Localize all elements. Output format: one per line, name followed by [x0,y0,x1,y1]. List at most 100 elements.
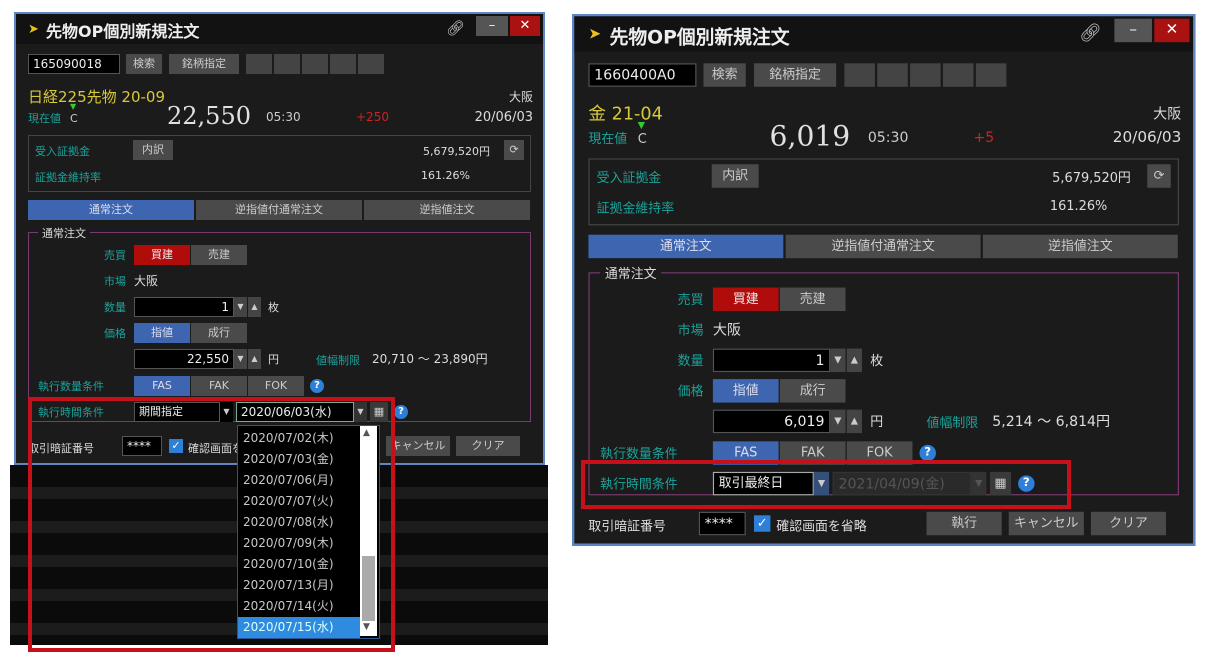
title-bar: ➤ 先物OP個別新規注文 🔗︎ – ✕ [16,14,543,44]
layout-narrow-button[interactable] [942,63,974,87]
price-down-button[interactable]: ▼ [830,409,846,434]
highlight-box [581,460,1071,509]
quantity-up-button[interactable]: ▲ [846,348,862,373]
clear-button[interactable]: クリア [456,436,520,456]
tab-normal[interactable]: 通常注文 [588,234,784,259]
app-icon: ➤ [28,22,39,37]
side-label: 売買 [104,249,126,262]
margin-panel: 受入証拠金 内訳 5,679,520円 ⟳ 証拠金維持率 161.26% [588,158,1179,226]
layout-split-v-icon [910,68,924,82]
layout-split-h-icon [274,54,286,64]
quantity-input[interactable]: 1 [712,348,831,373]
group-title: 通常注文 [38,225,90,241]
title-bar: ➤ 先物OP個別新規注文 🔗︎ – ✕ [574,16,1194,52]
price-up-button[interactable]: ▲ [846,409,862,434]
pin-label: 取引暗証番号 [588,518,666,535]
fas-button[interactable]: FAS [134,376,190,396]
margin-label: 受入証拠金 [596,170,662,186]
layout-split-h-button[interactable] [877,63,908,87]
margin-panel: 受入証拠金 内訳 5,679,520円 ⟳ 証拠金維持率 161.26% [28,135,531,192]
symbol-code-input[interactable]: 165090018 [28,54,120,74]
skip-confirm-checkbox[interactable]: ✓ [753,515,771,532]
price-input[interactable]: 6,019 [712,409,831,434]
tab-stop-attached[interactable]: 逆指値付通常注文 [785,234,981,259]
sell-button[interactable]: 売建 [191,245,247,265]
current-price-label: 現在値 [588,131,628,147]
margin-ratio-value: 161.26% [421,169,470,182]
tab-normal[interactable]: 通常注文 [28,200,194,220]
breakdown-button[interactable]: 内訳 [711,164,759,188]
margin-ratio-label: 証拠金維持率 [596,200,675,216]
symbol-code-input[interactable]: 1660400A0 [588,63,697,87]
quantity-down-button[interactable]: ▼ [234,297,247,317]
link-icon[interactable]: 🔗︎ [1079,22,1101,43]
fok-button[interactable]: FOK [248,376,304,396]
buy-button[interactable]: 買建 [712,287,779,312]
price-range-label: 値幅制限 [926,415,979,431]
price-down-button[interactable]: ▼ [234,349,247,369]
layout-single-icon [246,54,258,64]
price-range: 5,214 ～ 6,814円 [992,413,1111,430]
layout-single-button[interactable] [246,54,272,74]
cancel-button[interactable]: キャンセル [386,436,450,456]
symbol-select-button[interactable]: 銘柄指定 [753,63,837,87]
market-order-button[interactable]: 成行 [191,323,247,343]
layout-split-v-button[interactable] [910,63,941,87]
sell-button[interactable]: 売建 [779,287,846,312]
minimize-button[interactable]: – [1114,18,1152,43]
highlight-box [28,397,395,652]
tab-stop[interactable]: 逆指値注文 [982,234,1178,259]
pin-input[interactable]: **** [698,511,746,536]
buy-button[interactable]: 買建 [134,245,190,265]
instrument-name: 金 21-04 [588,103,663,125]
group-title: 通常注文 [600,264,662,283]
market-order-button[interactable]: 成行 [779,379,846,403]
close-button[interactable]: ✕ [1154,18,1190,43]
tab-stop-attached[interactable]: 逆指値付通常注文 [196,200,362,220]
clear-button[interactable]: クリア [1090,511,1167,536]
quantity-label: 数量 [104,301,126,314]
layout-wide-button[interactable] [975,63,1007,87]
help-icon[interactable]: ? [310,379,324,393]
market-label: 市場 [104,275,126,288]
execute-button[interactable]: 執行 [926,511,1002,536]
quantity-down-button[interactable]: ▼ [830,348,846,373]
price-change: +250 [356,110,389,124]
fak-button[interactable]: FAK [191,376,247,396]
price-input[interactable]: 22,550 [134,349,234,369]
layout-split-h-button[interactable] [274,54,300,74]
search-button[interactable]: 検索 [703,63,746,87]
window-title: 先物OP個別新規注文 [46,22,200,41]
close-button[interactable]: ✕ [510,16,540,36]
refresh-button[interactable]: ⟳ [504,140,524,160]
quantity-input[interactable]: 1 [134,297,234,317]
price-date: 20/06/03 [1112,129,1182,147]
minimize-button[interactable]: – [476,16,508,36]
link-icon[interactable]: 🔗︎ [446,19,465,37]
price-unit: 円 [870,414,884,430]
market-value: 大阪 [712,321,742,339]
price-up-button[interactable]: ▲ [248,349,261,369]
layout-split-v-button[interactable] [302,54,328,74]
limit-order-button[interactable]: 指値 [134,323,190,343]
margin-label: 受入証拠金 [35,145,90,158]
layout-wide-button[interactable] [358,54,384,74]
price-time: 05:30 [266,110,301,124]
help-icon[interactable]: ? [394,405,408,419]
layout-split-v-icon [302,58,314,70]
search-button[interactable]: 検索 [126,54,162,74]
help-icon[interactable]: ? [919,444,936,462]
price-date: 20/06/03 [474,110,533,125]
layout-narrow-button[interactable] [330,54,356,74]
breakdown-button[interactable]: 内訳 [133,140,173,160]
tab-stop[interactable]: 逆指値注文 [364,200,530,220]
margin-value: 5,679,520円 [423,145,490,158]
refresh-button[interactable]: ⟳ [1147,164,1171,188]
close-mark: C [637,131,647,147]
price-time: 05:30 [867,129,909,146]
limit-order-button[interactable]: 指値 [712,379,779,403]
quantity-up-button[interactable]: ▲ [248,297,261,317]
layout-single-button[interactable] [844,63,875,87]
cancel-button[interactable]: キャンセル [1008,511,1084,536]
symbol-select-button[interactable]: 銘柄指定 [169,54,239,74]
